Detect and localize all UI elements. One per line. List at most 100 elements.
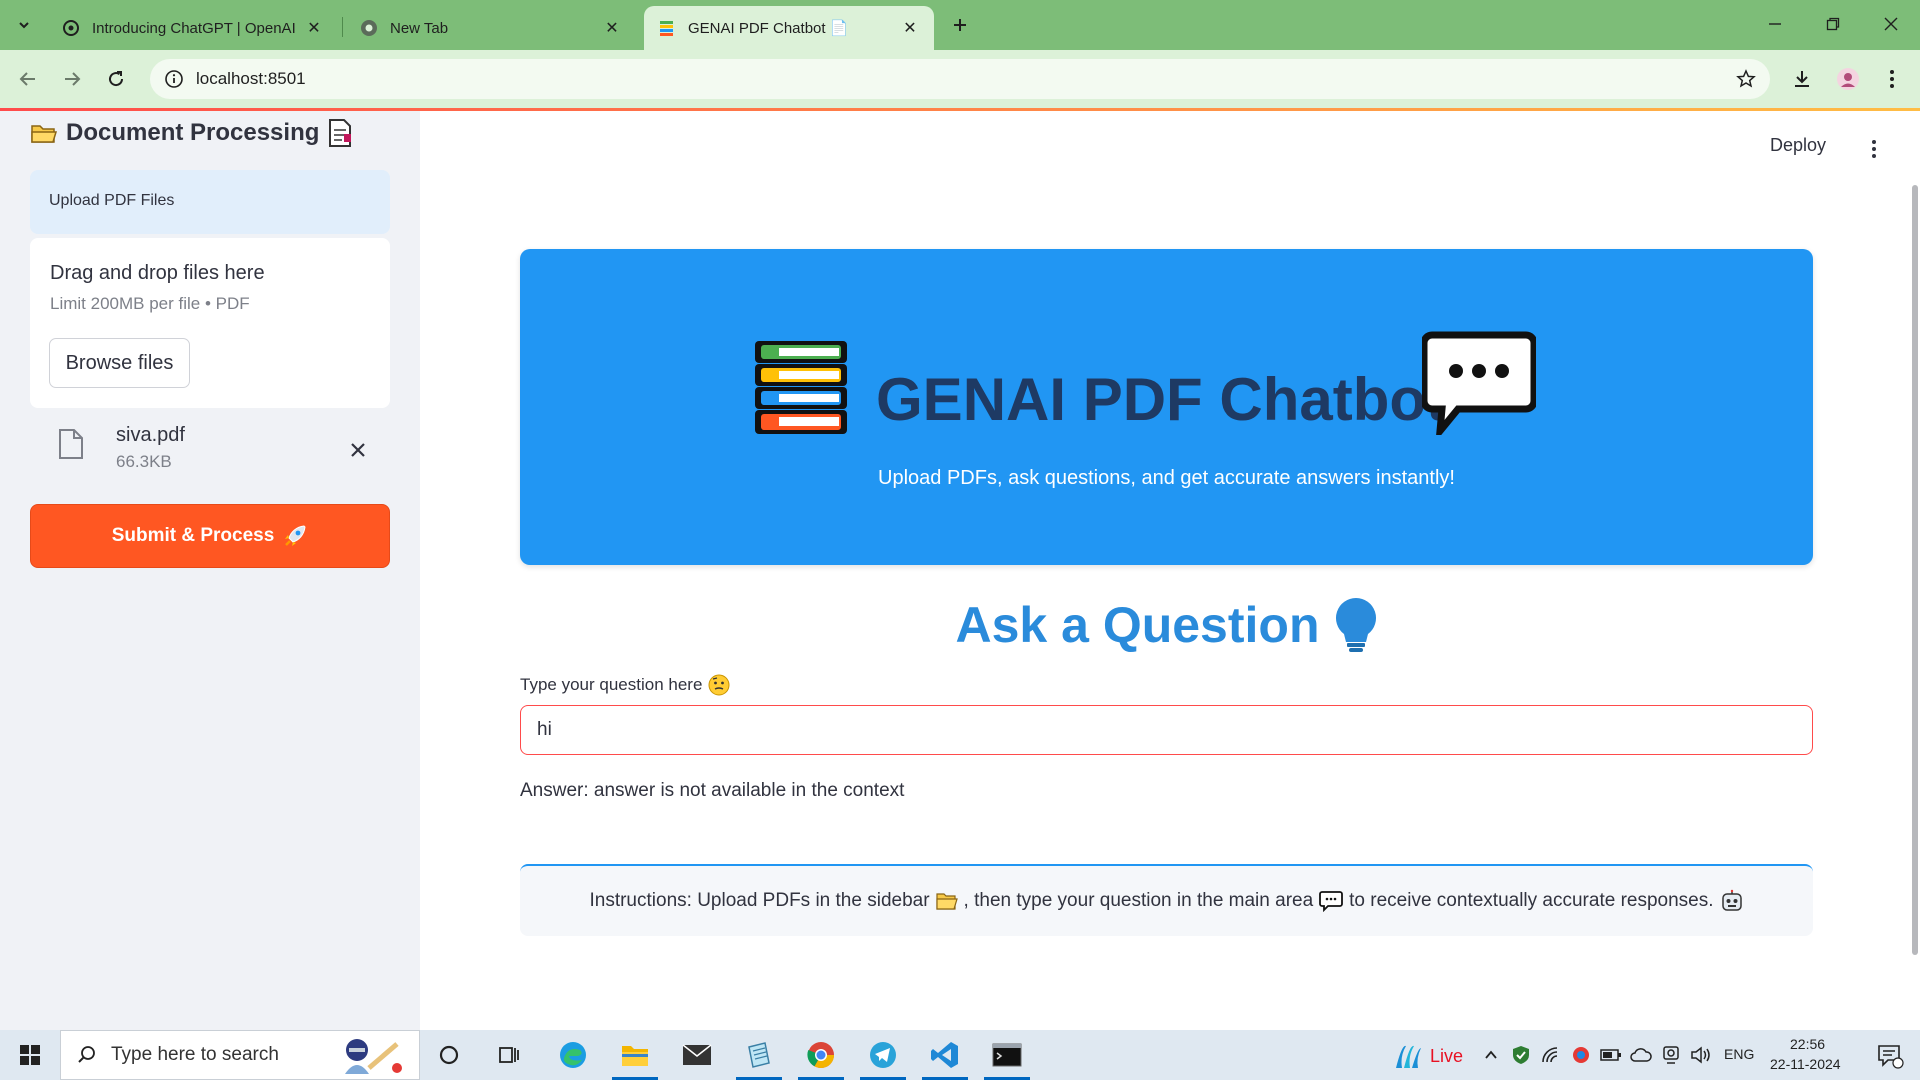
more-vertical-icon [1872, 140, 1876, 158]
start-button[interactable] [0, 1030, 60, 1080]
tab-new-tab[interactable]: New Tab ✕ [346, 6, 636, 50]
downloads-button[interactable] [1786, 63, 1818, 95]
question-label-text: Type your question here [520, 675, 703, 694]
uploaded-file-size: 66.3KB [116, 452, 172, 471]
windows-icon [20, 1045, 40, 1065]
uploaded-file-name: siva.pdf [116, 424, 185, 446]
site-info-icon[interactable] [164, 69, 184, 89]
taskbar-search[interactable]: Type here to search [60, 1030, 420, 1080]
taskbar-vscode[interactable] [916, 1030, 974, 1080]
more-vertical-icon [1890, 70, 1894, 88]
ask-question-heading: Ask a Question [520, 596, 1813, 654]
back-button[interactable] [12, 63, 44, 95]
tab-title: Introducing ChatGPT | OpenAI [92, 19, 296, 37]
tab-close-icon[interactable]: ✕ [900, 18, 920, 38]
taskbar-file-explorer[interactable] [606, 1030, 664, 1080]
browser-toolbar: localhost:8501 [0, 50, 1920, 108]
tab-genai-pdf-chatbot[interactable]: GENAI PDF Chatbot 📄 ✕ [644, 6, 934, 50]
restore-button[interactable] [1804, 0, 1862, 48]
books-icon [755, 341, 847, 434]
taskbar-notepad[interactable] [730, 1030, 788, 1080]
dropzone-title: Drag and drop files here [50, 262, 265, 284]
instructions-part1: Instructions: Upload PDFs in the sidebar [589, 890, 930, 911]
lightbulb-icon [1335, 598, 1376, 652]
url-text[interactable]: localhost:8501 [196, 69, 306, 89]
deploy-button[interactable]: Deploy [1770, 135, 1826, 156]
clock-date[interactable]: 22-11-2024 [1770, 1056, 1841, 1072]
download-icon [1795, 71, 1809, 87]
weather-live-icon[interactable] [1392, 1042, 1422, 1070]
arrow-right-icon [65, 72, 81, 86]
forward-button[interactable] [56, 63, 88, 95]
hero-title: GENAI PDF Chatbot [876, 366, 1446, 433]
chevron-up-icon [1485, 1050, 1497, 1059]
widgets-button[interactable] [480, 1030, 538, 1080]
speech-bubble-icon [1319, 891, 1344, 912]
notification-center-icon[interactable] [1876, 1042, 1904, 1070]
tray-security[interactable] [1510, 1044, 1532, 1066]
tray-volume[interactable] [1690, 1044, 1712, 1066]
show-hidden-icons-button[interactable] [1480, 1044, 1502, 1066]
taskbar-terminal[interactable] [978, 1030, 1036, 1080]
question-label: Type your question here [520, 674, 730, 696]
chrome-icon [361, 20, 377, 36]
app-tray-icon [1573, 1047, 1589, 1063]
arrow-left-icon [19, 72, 35, 86]
tray-app[interactable] [1570, 1044, 1592, 1066]
tray-network[interactable] [1540, 1044, 1562, 1066]
shield-icon [1513, 1046, 1529, 1064]
windows-taskbar: Type here to search Live ENG 22:56 22-11… [0, 1030, 1920, 1080]
telegram-icon [870, 1042, 896, 1068]
webcam-icon [1663, 1046, 1679, 1064]
taskbar-edge[interactable] [544, 1030, 602, 1080]
file-dropzone[interactable]: Drag and drop files here Limit 200MB per… [30, 238, 390, 408]
upload-pdf-label: Upload PDF Files [30, 170, 390, 234]
taskbar-chrome[interactable] [792, 1030, 850, 1080]
rocket-icon [285, 525, 306, 546]
address-bar[interactable]: localhost:8501 [150, 59, 1770, 99]
chevron-down-icon [19, 22, 29, 29]
tray-battery[interactable] [1600, 1044, 1622, 1066]
sidebar-title: Document Processing [30, 118, 353, 148]
taskbar-telegram[interactable] [854, 1030, 912, 1080]
tab-chatgpt[interactable]: Introducing ChatGPT | OpenAI ✕ [48, 6, 338, 50]
cortana-icon [439, 1045, 459, 1065]
main-scrollbar[interactable] [1912, 185, 1918, 955]
close-window-button[interactable] [1862, 0, 1920, 48]
submit-process-button[interactable]: Submit & Process [30, 504, 390, 568]
speech-bubble-icon [1422, 331, 1536, 435]
question-input[interactable] [520, 705, 1813, 755]
search-icon [78, 1046, 95, 1063]
taskbar-mail[interactable] [668, 1030, 726, 1080]
terminal-icon [992, 1043, 1022, 1067]
hero-subtitle: Upload PDFs, ask questions, and get accu… [878, 467, 1455, 489]
file-icon [59, 429, 83, 459]
ask-question-title: Ask a Question [955, 597, 1320, 653]
browse-files-button[interactable]: Browse files [49, 338, 190, 388]
remove-file-button[interactable] [344, 436, 372, 464]
new-tab-button[interactable] [944, 9, 976, 41]
tray-onedrive[interactable] [1630, 1044, 1652, 1066]
document-icon [329, 119, 352, 147]
profile-button[interactable] [1832, 63, 1864, 95]
language-indicator[interactable]: ENG [1724, 1046, 1754, 1062]
clock-time[interactable]: 22:56 [1790, 1036, 1825, 1052]
bookmark-star-icon[interactable] [1736, 69, 1756, 89]
task-view-button[interactable] [420, 1030, 478, 1080]
restore-icon [1826, 17, 1840, 31]
minimize-button[interactable] [1746, 0, 1804, 48]
instructions-box: Instructions: Upload PDFs in the sidebar… [520, 864, 1813, 936]
search-placeholder: Type here to search [111, 1044, 279, 1065]
tab-close-icon[interactable]: ✕ [304, 18, 324, 38]
reload-button[interactable] [100, 63, 132, 95]
avatar [1837, 68, 1859, 90]
tray-meet[interactable] [1660, 1044, 1682, 1066]
close-icon [351, 443, 365, 457]
dropzone-limit: Limit 200MB per file • PDF [50, 294, 250, 313]
live-label[interactable]: Live [1430, 1046, 1463, 1067]
main-menu-button[interactable] [1864, 134, 1884, 164]
browser-tab-strip: Introducing ChatGPT | OpenAI ✕ New Tab ✕… [0, 0, 1920, 50]
tab-search-button[interactable] [8, 9, 40, 41]
browser-menu-button[interactable] [1876, 63, 1908, 95]
tab-close-icon[interactable]: ✕ [602, 18, 622, 38]
